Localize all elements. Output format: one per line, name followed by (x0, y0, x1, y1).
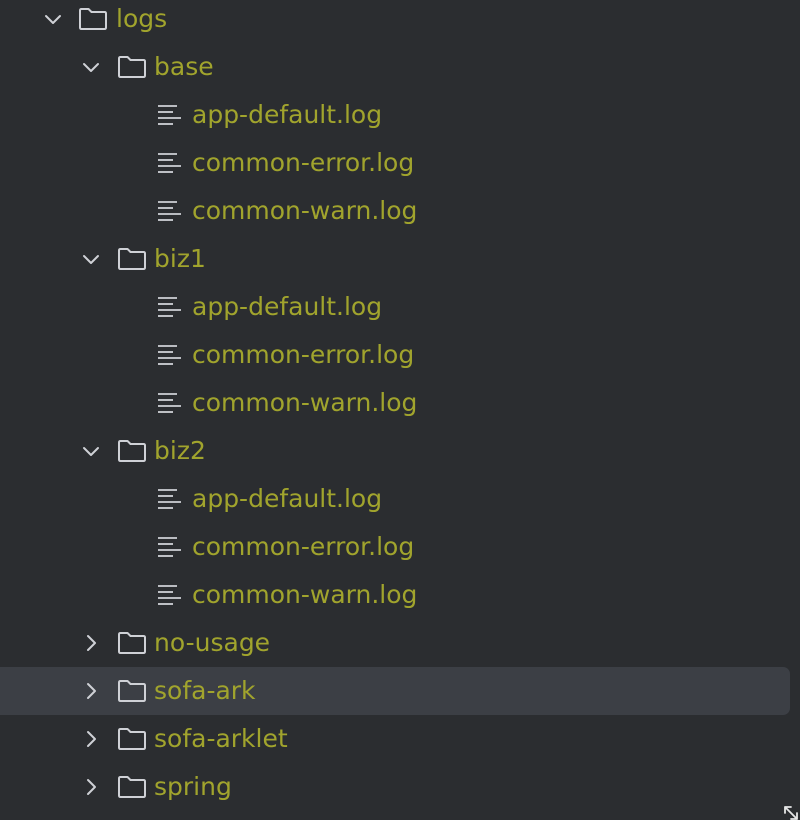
chevron-right-icon[interactable] (80, 776, 102, 798)
tree-row-folder[interactable]: no-usage (0, 619, 800, 667)
tree-label-file: common-error.log (192, 148, 415, 177)
tree-row-file[interactable]: app-default.log (0, 91, 800, 139)
folder-icon (118, 56, 146, 78)
project-tree: logs base app-default.log common-error.l… (0, 0, 800, 811)
chevron-right-icon[interactable] (80, 632, 102, 654)
text-file-icon (158, 489, 181, 509)
tree-label-folder: base (154, 52, 214, 81)
chevron-right-icon[interactable] (80, 728, 102, 750)
chevron-down-icon[interactable] (80, 248, 102, 270)
tree-label-file: common-error.log (192, 340, 415, 369)
text-file-icon (158, 537, 181, 557)
tree-row-file[interactable]: common-error.log (0, 331, 800, 379)
tree-label-file: app-default.log (192, 292, 383, 321)
text-file-icon (158, 153, 181, 173)
tree-row-logs[interactable]: logs (0, 0, 800, 43)
tree-label-file: common-error.log (192, 532, 415, 561)
tree-label-logs: logs (116, 4, 168, 33)
text-file-icon (158, 585, 181, 605)
tree-row-file[interactable]: app-default.log (0, 283, 800, 331)
tree-label-file: common-warn.log (192, 196, 418, 225)
tree-row-folder-selected[interactable]: sofa-ark (0, 667, 800, 715)
tree-row-file[interactable]: common-error.log (0, 523, 800, 571)
text-file-icon (158, 345, 181, 365)
tree-label-folder: sofa-arklet (154, 724, 288, 753)
chevron-down-icon[interactable] (80, 440, 102, 462)
tree-row-folder[interactable]: biz1 (0, 235, 800, 283)
tree-row-file[interactable]: common-error.log (0, 139, 800, 187)
folder-icon (118, 776, 146, 798)
tree-row-folder[interactable]: spring (0, 763, 800, 811)
resize-corner-icon[interactable] (782, 804, 800, 820)
tree-row-folder[interactable]: sofa-arklet (0, 715, 800, 763)
tree-label-folder: biz1 (154, 244, 206, 273)
folder-icon (118, 728, 146, 750)
folder-icon (118, 632, 146, 654)
text-file-icon (158, 105, 181, 125)
tree-label-file: app-default.log (192, 100, 383, 129)
tree-row-file[interactable]: common-warn.log (0, 379, 800, 427)
tree-label-folder: biz2 (154, 436, 206, 465)
tree-label-file: common-warn.log (192, 580, 418, 609)
chevron-down-icon[interactable] (42, 8, 64, 30)
tree-row-folder[interactable]: base (0, 43, 800, 91)
text-file-icon (158, 393, 181, 413)
tree-label-file: common-warn.log (192, 388, 418, 417)
folder-icon (118, 248, 146, 270)
folder-icon (118, 440, 146, 462)
tree-label-folder: spring (154, 772, 232, 801)
chevron-down-icon[interactable] (80, 56, 102, 78)
tree-row-folder[interactable]: biz2 (0, 427, 800, 475)
folder-icon (118, 680, 146, 702)
tree-label-folder: no-usage (154, 628, 271, 657)
chevron-right-icon[interactable] (80, 680, 102, 702)
tree-row-file[interactable]: common-warn.log (0, 571, 800, 619)
tree-row-file[interactable]: app-default.log (0, 475, 800, 523)
text-file-icon (158, 297, 181, 317)
tree-row-file[interactable]: common-warn.log (0, 187, 800, 235)
folder-icon (79, 8, 107, 30)
tree-label-folder: sofa-ark (154, 676, 256, 705)
tree-label-file: app-default.log (192, 484, 383, 513)
text-file-icon (158, 201, 181, 221)
